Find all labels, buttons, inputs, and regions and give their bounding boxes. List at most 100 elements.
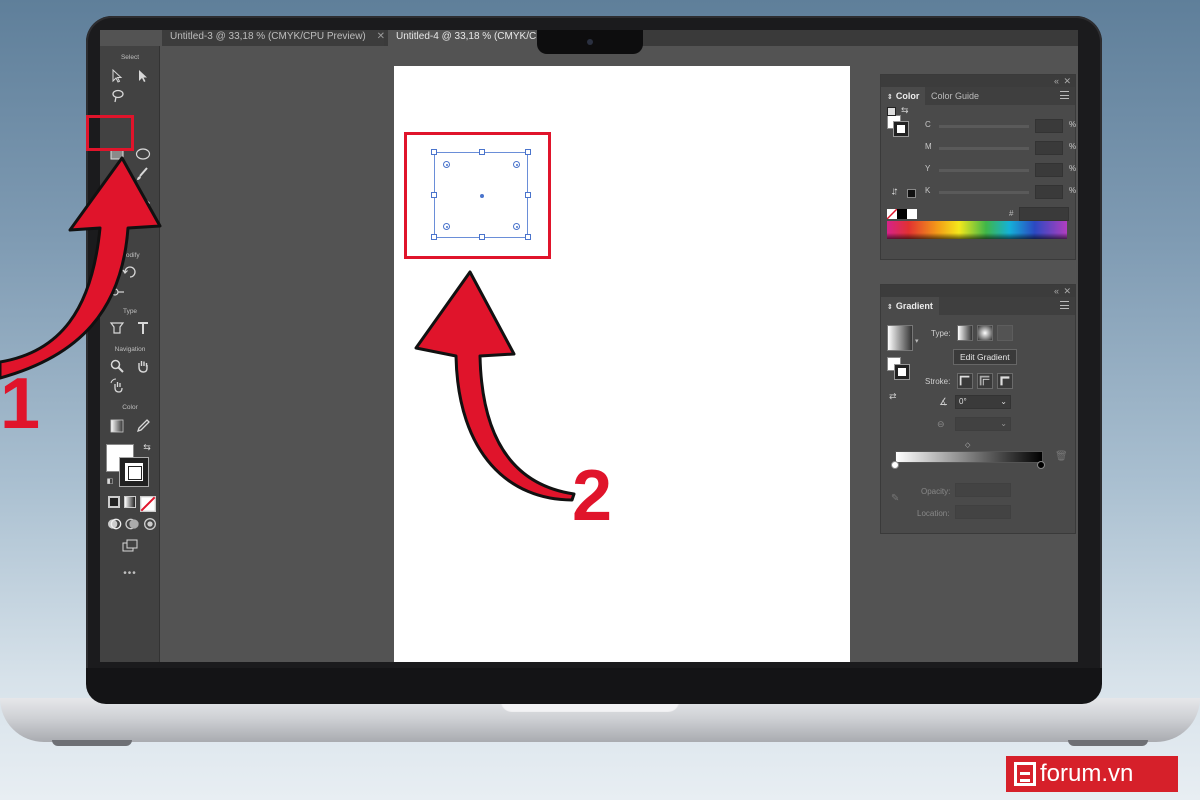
direct-selection-tool-icon[interactable] [109, 68, 125, 84]
channel-label: K [925, 186, 931, 195]
screen-mode-icon[interactable] [122, 538, 138, 554]
trash-icon[interactable]: 🗑 [1055, 451, 1068, 462]
gradient-stop-white[interactable] [891, 461, 899, 469]
gradient-stop-black[interactable] [1037, 461, 1045, 469]
illustrator-screen: Untitled-3 @ 33,18 % (CMYK/CPU Preview) … [100, 30, 1078, 662]
stroke-swatch[interactable] [894, 122, 908, 136]
screen-bottom-bezel [86, 668, 1102, 704]
black-swatch[interactable] [897, 209, 907, 219]
last-color-swatch[interactable] [907, 189, 916, 198]
out-of-gamut-icon[interactable]: ⮃ [891, 187, 898, 198]
yellow-slider[interactable] [939, 169, 1029, 172]
stroke-across-button[interactable] [997, 373, 1013, 389]
white-swatch[interactable] [907, 209, 917, 219]
gradient-slider[interactable] [895, 451, 1043, 463]
zoom-tool-icon[interactable] [109, 358, 125, 374]
close-icon[interactable]: ✕ [1063, 75, 1071, 87]
document-tab-label: Untitled-4 @ 33,18 % (CMYK/CP [396, 31, 543, 42]
width-tool-icon[interactable] [110, 284, 126, 300]
stroke-swatch[interactable] [895, 365, 909, 379]
stroke-along-button[interactable] [977, 373, 993, 389]
swap-icon[interactable]: ⇆ [901, 105, 909, 116]
midpoint-diamond-icon[interactable]: ◇ [965, 441, 970, 449]
ellipse-tool-icon[interactable] [135, 146, 151, 162]
none-mode-icon[interactable] [140, 496, 156, 512]
hex-input[interactable] [1019, 207, 1069, 221]
rotate-tool-icon[interactable] [122, 264, 138, 280]
default-fill-stroke-icon[interactable]: ◧ [106, 478, 114, 486]
panel-header: « ✕ [881, 75, 1075, 87]
close-icon[interactable]: ✕ [377, 31, 384, 42]
panel-menu-icon[interactable] [1060, 301, 1069, 309]
draw-behind-icon[interactable] [124, 516, 139, 530]
s-logo-icon [1014, 762, 1036, 786]
color-fill-stroke[interactable] [887, 115, 909, 137]
collapse-icon[interactable]: « [1054, 285, 1059, 297]
aspect-ratio-input[interactable]: ⌄ [955, 417, 1011, 431]
rotate-view-tool-icon[interactable] [110, 378, 126, 394]
panel-header: « ✕ [881, 285, 1075, 297]
default-colors-icon[interactable] [887, 107, 896, 116]
draw-inside-icon[interactable] [142, 516, 156, 530]
chevron-down-icon[interactable]: ⌄ [1000, 396, 1007, 408]
tool-row [100, 538, 160, 554]
magenta-slider[interactable] [939, 147, 1029, 150]
opacity-input[interactable] [955, 483, 1011, 497]
type-tool-icon[interactable] [135, 320, 151, 336]
tab-gradient[interactable]: ⇕ Gradient [881, 297, 939, 315]
lasso-tool-icon[interactable] [110, 88, 126, 104]
reverse-gradient-icon[interactable]: ⇄ [889, 391, 897, 402]
sforum-logo: forum.vn [1006, 756, 1178, 792]
magenta-input[interactable] [1035, 141, 1063, 155]
yellow-input[interactable] [1035, 163, 1063, 177]
linear-gradient-button[interactable] [957, 325, 973, 341]
stroke-within-button[interactable] [957, 373, 973, 389]
laptop-foot-right [1068, 740, 1148, 746]
tool-row [100, 496, 160, 512]
percent-label: % [1069, 164, 1077, 173]
chevron-down-icon[interactable]: ⌄ [1000, 418, 1007, 430]
yellow-row: Y % [925, 163, 1077, 177]
selection-tool-icon[interactable] [135, 68, 151, 84]
eyedropper-icon[interactable]: ✎ [891, 493, 899, 504]
cyan-input[interactable] [1035, 119, 1063, 133]
paintbrush-tool-icon[interactable] [134, 166, 150, 182]
color-spectrum[interactable] [887, 221, 1067, 239]
document-tab-untitled-3[interactable]: Untitled-3 @ 33,18 % (CMYK/CPU Preview) … [162, 30, 384, 46]
tool-row [100, 166, 160, 182]
percent-label: % [1069, 120, 1077, 129]
swap-fill-stroke-icon[interactable]: ⇆ [142, 442, 152, 452]
tool-row [100, 284, 160, 300]
collapse-icon[interactable]: « [1054, 75, 1059, 87]
black-slider[interactable] [939, 191, 1029, 194]
draw-normal-icon[interactable] [106, 516, 122, 530]
gradient-fill-stroke[interactable] [887, 357, 911, 381]
black-input[interactable] [1035, 185, 1063, 199]
gradient-mode-icon[interactable] [124, 496, 136, 508]
color-mode-icon[interactable] [108, 496, 120, 508]
puppet-warp-tool-icon[interactable] [109, 320, 125, 336]
tab-color[interactable]: ⇕ Color [881, 87, 926, 105]
chevron-updown-icon: ⇕ [887, 94, 893, 101]
eyedropper-tool-icon[interactable] [135, 418, 151, 434]
edit-toolbar-button[interactable]: ••• [100, 568, 160, 579]
tab-color-guide[interactable]: Color Guide [925, 87, 985, 105]
laptop-foot-left [52, 740, 132, 746]
radial-gradient-button[interactable] [977, 325, 993, 341]
channel-label: Y [925, 164, 931, 173]
stroke-swatch[interactable] [120, 458, 148, 486]
hand-tool-icon[interactable] [135, 358, 151, 374]
location-input[interactable] [955, 505, 1011, 519]
gradient-preview-swatch[interactable] [887, 325, 913, 351]
panel-menu-icon[interactable] [1060, 91, 1069, 99]
close-icon[interactable]: ✕ [1063, 285, 1071, 297]
eraser-tool-icon[interactable] [136, 196, 152, 212]
chevron-down-icon[interactable]: ▾ [915, 337, 919, 345]
none-swatch[interactable] [887, 209, 897, 219]
tool-row [100, 516, 160, 530]
freeform-gradient-button[interactable] [997, 325, 1013, 341]
cyan-slider[interactable] [939, 125, 1029, 128]
location-label: Location: [917, 509, 950, 518]
gradient-tool-icon[interactable] [109, 418, 125, 434]
angle-input[interactable]: 0° ⌄ [955, 395, 1011, 409]
